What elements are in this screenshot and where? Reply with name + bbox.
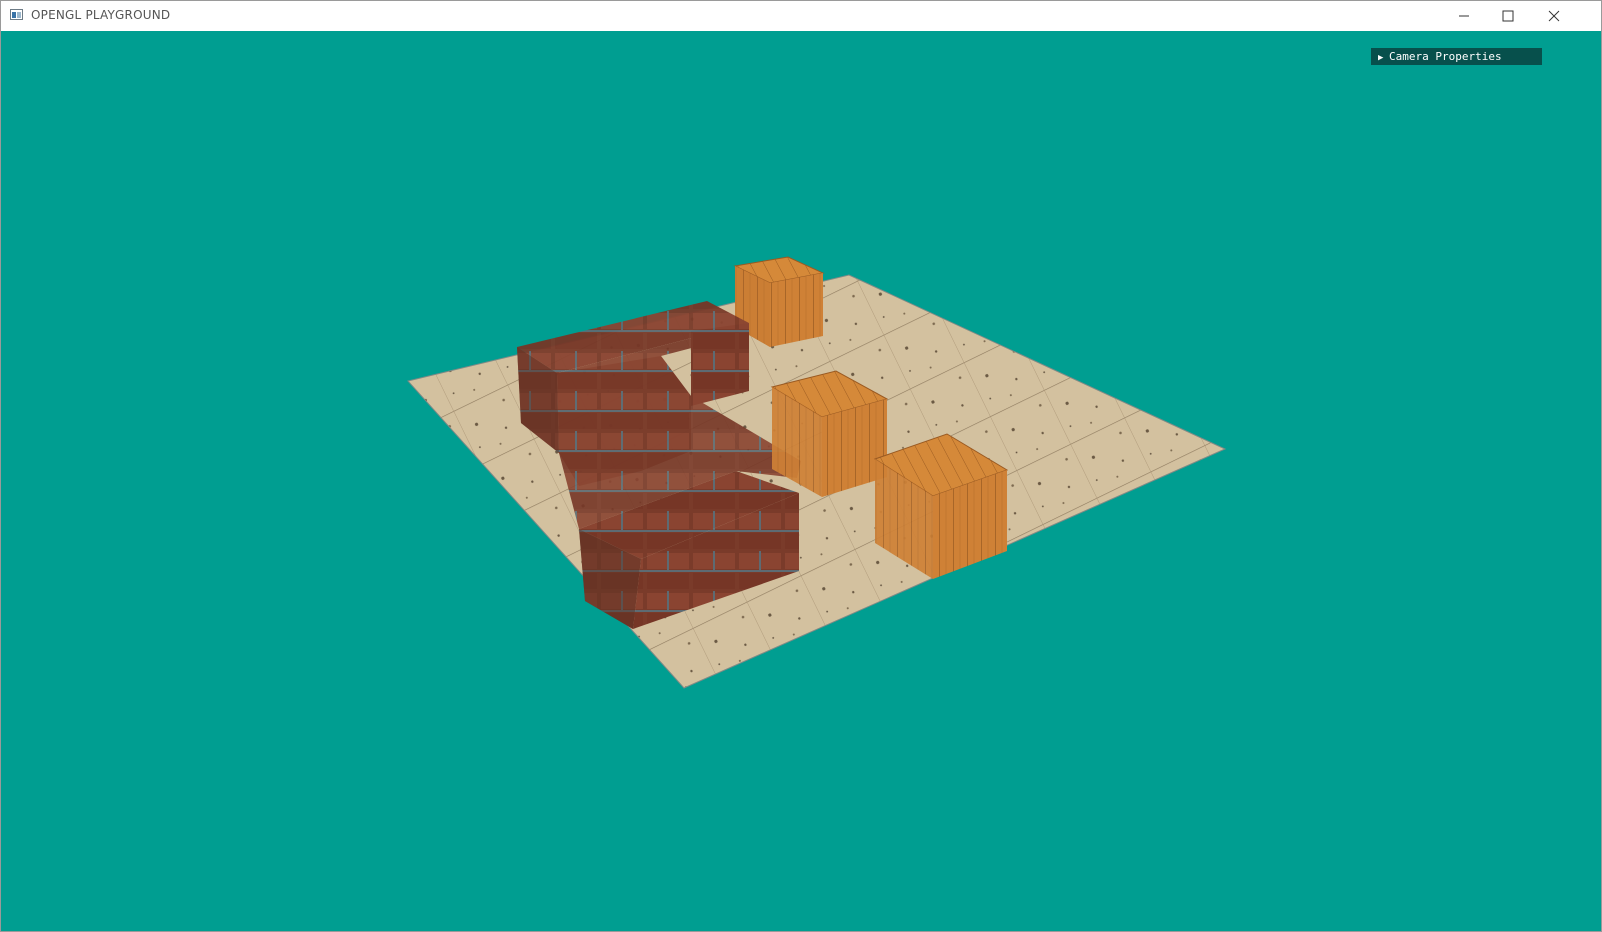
maximize-button[interactable] [1485,1,1531,31]
camera-properties-header[interactable]: ▶ Camera Properties [1371,48,1542,65]
triangle-right-icon: ▶ [1378,53,1384,63]
close-button[interactable] [1531,1,1577,31]
title-bar[interactable]: OPENGL PLAYGROUND [1,1,1601,32]
app-window-icon [10,9,23,20]
minimize-button[interactable] [1441,1,1487,31]
minimize-icon [1459,15,1469,17]
close-icon [1548,10,1560,22]
window-title: OPENGL PLAYGROUND [31,8,171,22]
3d-scene [407,256,1227,689]
crate-middle [770,370,889,497]
render-viewport[interactable]: ▶ Camera Properties [1,31,1601,931]
app-window: OPENGL PLAYGROUND ▶ Camera Properties [0,0,1602,932]
camera-properties-label: Camera Properties [1389,50,1502,63]
maximize-icon [1502,10,1514,22]
